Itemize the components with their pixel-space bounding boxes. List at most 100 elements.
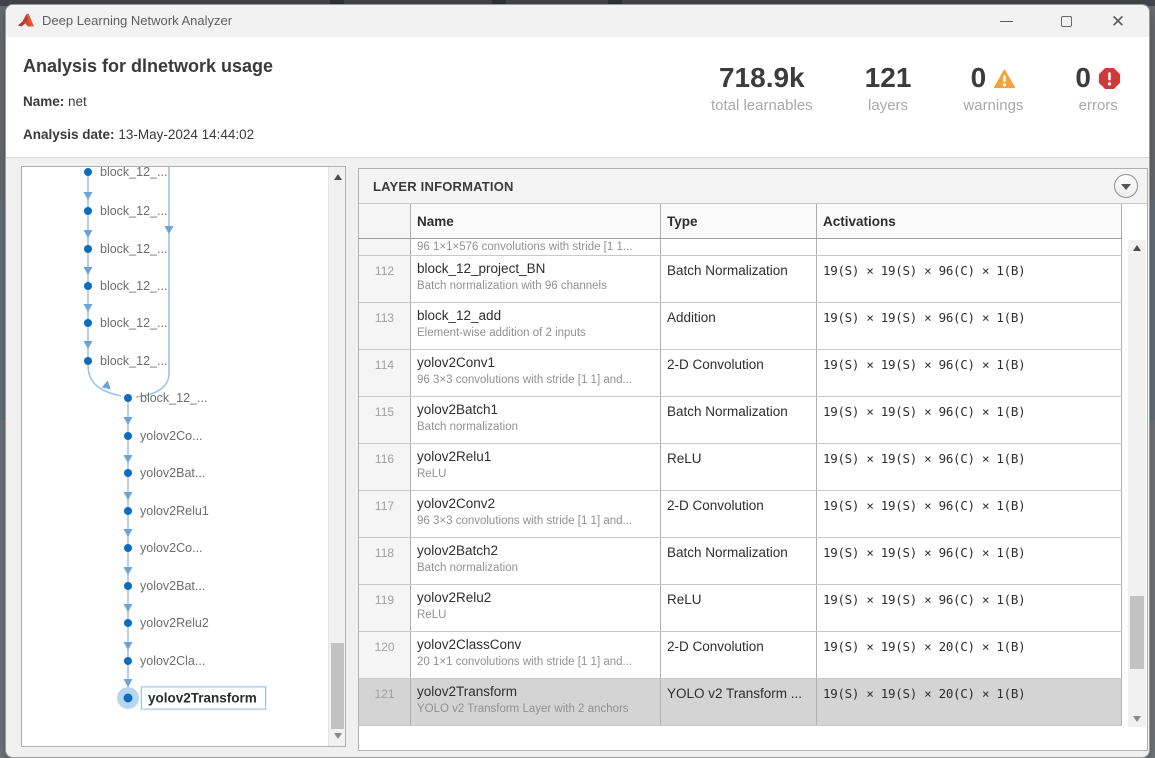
table-row[interactable]: 118 yolov2Batch2 Batch normalization Bat…: [359, 538, 1122, 585]
network-graph-panel[interactable]: block_12_...block_12_...block_12_...bloc…: [21, 166, 346, 747]
layer-activations: 19(S) × 19(S) × 96(C) × 1(B): [817, 350, 1122, 396]
graph-node-dot[interactable]: [124, 469, 132, 477]
v-scrollbar-thumb[interactable]: [1130, 596, 1144, 669]
layer-name: yolov2ClassConv: [417, 637, 660, 654]
row-number: 121: [359, 679, 411, 725]
layer-type: Batch Normalization: [661, 538, 817, 584]
table-row-partial[interactable]: 96 1×1×576 convolutions with stride [1 1…: [359, 239, 1122, 256]
layer-information-header: LAYER INFORMATION: [359, 169, 1147, 204]
table-row[interactable]: 116 yolov2Relu1 ReLU ReLU 19(S) × 19(S) …: [359, 444, 1122, 491]
layer-type: YOLO v2 Transform ...: [661, 679, 817, 725]
graph-scrollbar-thumb[interactable]: [331, 643, 344, 729]
stat-errors: 0 errors: [1049, 63, 1121, 114]
table-row[interactable]: 112 block_12_project_BN Batch normalizat…: [359, 256, 1122, 303]
layer-activations: 19(S) × 19(S) × 96(C) × 1(B): [817, 256, 1122, 302]
graph-node-label[interactable]: yolov2Co...: [140, 429, 203, 443]
graph-node-label[interactable]: block_12_...: [140, 391, 207, 405]
row-number: 113: [359, 303, 411, 349]
column-header-number[interactable]: [359, 204, 411, 238]
table-header-row: Name Type Activations: [359, 204, 1122, 239]
table-row[interactable]: 119 yolov2Relu2 ReLU ReLU 19(S) × 19(S) …: [359, 585, 1122, 632]
graph-node-label[interactable]: yolov2Bat...: [140, 579, 205, 593]
layer-activations: 19(S) × 19(S) × 96(C) × 1(B): [817, 444, 1122, 490]
layer-description: YOLO v2 Transform Layer with 2 anchors: [417, 703, 660, 715]
learnables-label: total learnables: [711, 97, 813, 114]
errors-label: errors: [1075, 97, 1121, 114]
main-area: block_12_...block_12_...block_12_...bloc…: [6, 159, 1149, 757]
graph-node-label[interactable]: yolov2Relu1: [140, 504, 209, 518]
row-number: 115: [359, 397, 411, 443]
graph-node-dot[interactable]: [124, 544, 132, 552]
graph-node-label[interactable]: yolov2Bat...: [140, 466, 205, 480]
table-row[interactable]: 120 yolov2ClassConv 20 1×1 convolutions …: [359, 632, 1122, 679]
column-header-name[interactable]: Name: [411, 204, 661, 238]
scroll-down-icon[interactable]: [1128, 711, 1145, 727]
layer-activations: 19(S) × 19(S) × 96(C) × 1(B): [817, 303, 1122, 349]
table-row[interactable]: 121 yolov2Transform YOLO v2 Transform La…: [359, 679, 1122, 726]
graph-node-label[interactable]: block_12_...: [100, 242, 167, 256]
graph-node-dot[interactable]: [124, 694, 133, 703]
graph-node-dot[interactable]: [124, 582, 132, 590]
maximize-button[interactable]: [1043, 5, 1089, 37]
selected-node-label[interactable]: yolov2Transform: [141, 687, 266, 710]
graph-node-dot[interactable]: [84, 282, 92, 290]
graph-vertical-scrollbar[interactable]: [328, 167, 345, 746]
layer-activations: 19(S) × 19(S) × 96(C) × 1(B): [817, 491, 1122, 537]
graph-node-label[interactable]: yolov2Co...: [140, 541, 203, 555]
scroll-up-icon[interactable]: [1128, 240, 1145, 256]
scroll-up-icon[interactable]: [329, 169, 346, 185]
table-row[interactable]: 114 yolov2Conv1 96 3×3 convolutions with…: [359, 350, 1122, 397]
graph-node-label[interactable]: block_12_...: [100, 279, 167, 293]
table-row[interactable]: 117 yolov2Conv2 96 3×3 convolutions with…: [359, 491, 1122, 538]
graph-node-dot[interactable]: [84, 207, 92, 215]
column-header-activations[interactable]: Activations: [817, 204, 1122, 238]
layer-table: Name Type Activations 96 1×1×576 convolu…: [359, 204, 1147, 750]
graph-node-dot[interactable]: [124, 432, 132, 440]
page-title: Analysis for dlnetwork usage: [23, 56, 273, 77]
graph-node-label[interactable]: block_12_...: [100, 354, 167, 368]
graph-node-dot[interactable]: [84, 245, 92, 253]
column-header-type[interactable]: Type: [661, 204, 817, 238]
layer-type: Batch Normalization: [661, 256, 817, 302]
minimize-button[interactable]: [983, 5, 1029, 37]
layer-information-panel: LAYER INFORMATION Name Type Activations: [358, 168, 1148, 751]
graph-node-dot[interactable]: [84, 168, 92, 176]
stat-warnings: 0 warnings: [937, 63, 1049, 114]
window-title: Deep Learning Network Analyzer: [42, 13, 232, 28]
graph-node-dot[interactable]: [124, 657, 132, 665]
scroll-down-icon[interactable]: [329, 728, 346, 744]
layer-type: 2-D Convolution: [661, 350, 817, 396]
layer-description: 96 3×3 convolutions with stride [1 1] an…: [417, 374, 660, 386]
summary-stats: 718.9k total learnables 121 layers 0: [685, 63, 1121, 114]
layer-name: yolov2Conv2: [417, 496, 660, 513]
layer-activations: 19(S) × 19(S) × 20(C) × 1(B): [817, 679, 1122, 725]
graph-node-dot[interactable]: [124, 507, 132, 515]
graph-node-label[interactable]: yolov2Relu2: [140, 616, 209, 630]
table-vertical-scrollbar[interactable]: [1128, 240, 1146, 727]
app-window: Deep Learning Network Analyzer ✕ Analysi…: [5, 4, 1150, 758]
graph-node-label[interactable]: yolov2Cla...: [140, 654, 205, 668]
collapse-panel-button[interactable]: [1114, 174, 1138, 198]
close-button[interactable]: ✕: [1095, 5, 1141, 37]
warnings-count: 0: [971, 63, 987, 94]
title-bar[interactable]: Deep Learning Network Analyzer ✕: [6, 5, 1149, 37]
graph-node-label[interactable]: block_12_...: [100, 316, 167, 330]
layers-label: layers: [865, 97, 912, 114]
graph-node-dot[interactable]: [124, 394, 132, 402]
network-graph[interactable]: block_12_...block_12_...block_12_...bloc…: [22, 167, 328, 746]
graph-node-dot[interactable]: [124, 619, 132, 627]
layer-name: yolov2Relu2: [417, 590, 660, 607]
layer-type: Addition: [661, 303, 817, 349]
graph-node-dot[interactable]: [84, 319, 92, 327]
table-row[interactable]: 115 yolov2Batch1 Batch normalization Bat…: [359, 397, 1122, 444]
section-title: LAYER INFORMATION: [373, 179, 514, 194]
warning-triangle-icon: [993, 67, 1016, 90]
error-octagon-icon: [1098, 67, 1121, 90]
graph-node-label[interactable]: block_12_...: [100, 166, 167, 179]
table-row[interactable]: 113 block_12_add Element-wise addition o…: [359, 303, 1122, 350]
stat-layers: 121 layers: [839, 63, 938, 114]
graph-node-label[interactable]: block_12_...: [100, 204, 167, 218]
graph-node-dot[interactable]: [84, 357, 92, 365]
warnings-label: warnings: [963, 97, 1023, 114]
row-number: 119: [359, 585, 411, 631]
